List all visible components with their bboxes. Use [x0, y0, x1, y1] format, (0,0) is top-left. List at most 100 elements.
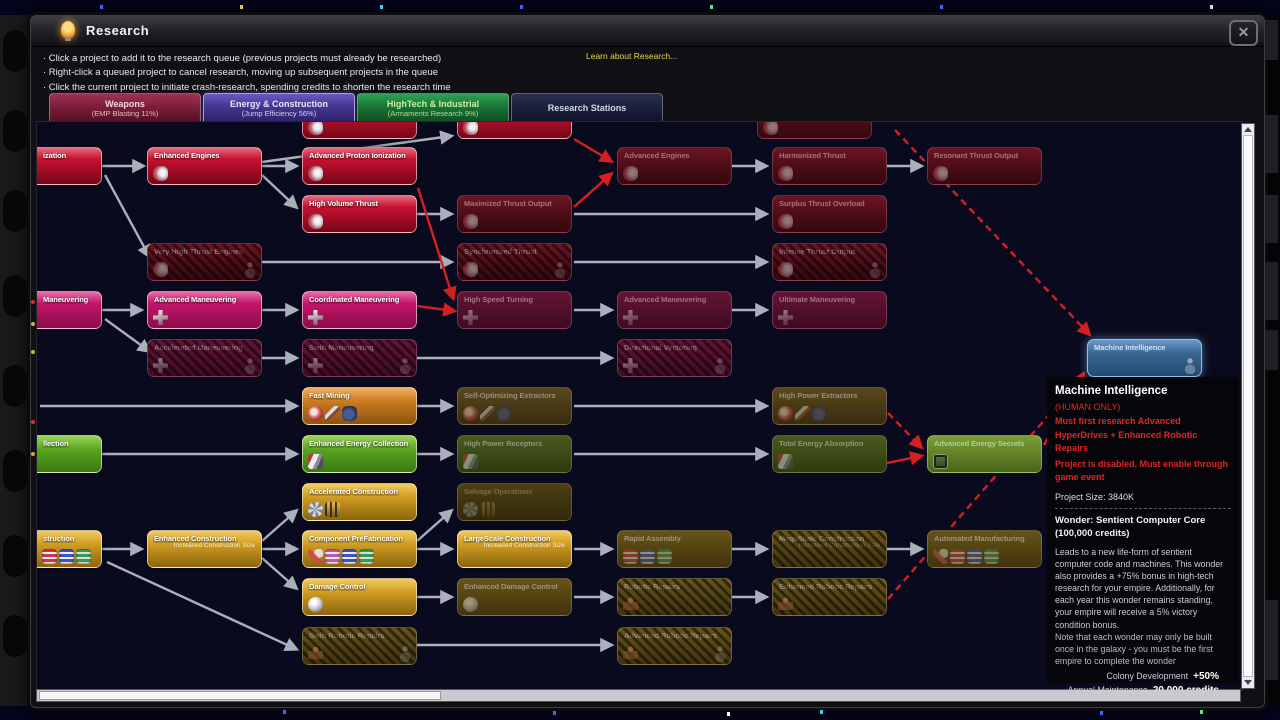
tooltip-disabled-note: Project is disabled. Must enable through…: [1055, 458, 1229, 483]
learn-about-research-link[interactable]: Learn about Research...: [586, 51, 677, 61]
node-label: MegaScale Construction: [779, 534, 865, 543]
horizontal-scroll-thumb[interactable]: [39, 691, 441, 700]
research-node-partial[interactable]: [457, 122, 572, 139]
research-node-resonant-thrust-output[interactable]: Resonant Thrust Output: [927, 147, 1042, 185]
research-node-surplus-thrust-overload[interactable]: Surplus Thrust Overload: [772, 195, 887, 233]
research-node-advanced-energy-secrets[interactable]: Advanced Energy Secrets: [927, 435, 1042, 473]
research-node-ultimate-maneuvering[interactable]: Ultimate Maneuvering: [772, 291, 887, 329]
repair-bot-icon: [308, 646, 323, 661]
research-node-llection[interactable]: llection: [37, 435, 102, 473]
research-tree-canvas[interactable]: Machine Intelligence (HUMAN ONLY) Must f…: [36, 121, 1243, 691]
engine-icon: [463, 214, 478, 229]
research-node-salvage-operations[interactable]: Salvage Operations: [457, 483, 572, 521]
tooltip-divider: [1055, 508, 1231, 510]
research-node-swift-robotic-repairs[interactable]: Swift Robotic Repairs: [302, 627, 417, 665]
research-node-maximized-thrust-output[interactable]: Maximized Thrust Output: [457, 195, 572, 233]
ore-disc-icon: [463, 406, 478, 421]
research-node-advanced-maneuvering[interactable]: Advanced Maneuvering: [147, 291, 262, 329]
engine-icon: [308, 214, 323, 229]
research-node-component-prefabrication[interactable]: Component PreFabrication: [302, 530, 417, 568]
vertical-scroll-thumb[interactable]: [1243, 135, 1253, 677]
research-node-automated-manufacturing[interactable]: Automated Manufacturing: [927, 530, 1042, 568]
node-label: Accelerated Maneuvering: [154, 343, 243, 352]
research-node-enhanced-engines[interactable]: Enhanced Engines: [147, 147, 262, 185]
research-window: Research ✕ · Click a project to add it t…: [30, 15, 1265, 708]
research-node-enhanced-construction[interactable]: Enhanced Construction Increased Construct…: [147, 530, 262, 568]
background-decoration: [940, 5, 943, 9]
research-node-accelerated-construction[interactable]: Accelerated Construction: [302, 483, 417, 521]
research-node-ization[interactable]: ization: [37, 147, 102, 185]
research-node-very-high-thrust-engines[interactable]: Very High Thrust Engines: [147, 243, 262, 281]
research-node-high-speed-turning[interactable]: High Speed Turning: [457, 291, 572, 329]
node-label: High Speed Turning: [464, 295, 533, 304]
research-node-advanced-engines[interactable]: Advanced Engines: [617, 147, 732, 185]
research-node-high-power-extractors[interactable]: High Power Extractors: [772, 387, 887, 425]
node-icons: [153, 166, 168, 181]
research-node-enhanced-robotic-repairs[interactable]: Enhanced Robotic Repairs: [772, 578, 887, 616]
node-label: Enhanced Engines: [154, 151, 220, 160]
node-label: Fast Mining: [309, 391, 350, 400]
research-node-high-volume-thrust[interactable]: High Volume Thrust: [302, 195, 417, 233]
background-decoration: [3, 190, 27, 232]
research-node-partial[interactable]: [302, 122, 417, 139]
tab-stations[interactable]: Research Stations: [511, 93, 663, 123]
node-label: Advanced Energy Secrets: [934, 439, 1025, 448]
research-node-advanced-proton-ionization[interactable]: Advanced Proton Ionization: [302, 147, 417, 185]
ore-chunk-icon: [497, 406, 512, 421]
background-decoration: [1265, 262, 1278, 320]
research-node-rapid-assembly[interactable]: Rapid Assembly: [617, 530, 732, 568]
background-decoration: [3, 450, 27, 492]
node-icons: [463, 262, 478, 277]
window-title: Research: [86, 23, 150, 38]
node-label: struction: [43, 534, 75, 543]
engine-icon: [153, 262, 168, 277]
research-node-high-power-receptors[interactable]: High Power Receptors: [457, 435, 572, 473]
research-node-self-optimizing-extractors[interactable]: Self-Optimizing Extractors: [457, 387, 572, 425]
node-label: ization: [43, 151, 67, 160]
research-node-enhanced-damage-control[interactable]: Enhanced Damage Control: [457, 578, 572, 616]
tooltip-race-note: (HUMAN ONLY): [1055, 401, 1121, 412]
tab-progress-label: (Armaments Research 9%): [387, 108, 479, 118]
node-icons: [933, 166, 948, 181]
scroll-down-icon[interactable]: [1244, 680, 1252, 685]
background-decoration: [1265, 195, 1278, 243]
research-node-fast-mining[interactable]: Fast Mining: [302, 387, 417, 425]
research-node-enhanced-energy-collection[interactable]: Enhanced Energy Collection: [302, 435, 417, 473]
scroll-up-icon[interactable]: [1244, 127, 1252, 132]
research-node-intense-thrust-output[interactable]: Intense Thrust Output: [772, 243, 887, 281]
node-label: Self-Optimizing Extractors: [464, 391, 556, 400]
node-icons: [308, 214, 323, 229]
research-node-maneuvering[interactable]: Maneuvering: [37, 291, 102, 329]
research-node-damage-control[interactable]: Damage Control: [302, 578, 417, 616]
research-node-partial[interactable]: [757, 122, 872, 139]
research-node-directional-vectoring[interactable]: Directional Vectoring: [617, 339, 732, 377]
tab-energy[interactable]: Energy & Construction (Jump Efficiency 56…: [203, 93, 355, 123]
research-node-harmonized-thrust[interactable]: Harmonized Thrust: [772, 147, 887, 185]
tab-label: HighTech & Industrial: [386, 98, 480, 109]
research-node-robotic-repairs[interactable]: Robotic Repairs: [617, 578, 732, 616]
research-node-coordinated-maneuvering[interactable]: Coordinated Maneuvering: [302, 291, 417, 329]
tab-weapons[interactable]: Weapons (EMP Blasting 11%): [49, 93, 201, 123]
background-decoration: [3, 110, 27, 152]
research-node-swift-maneuvering[interactable]: Swift Maneuvering: [302, 339, 417, 377]
horizontal-scrollbar[interactable]: [36, 689, 1241, 702]
tooltip-stat-row: Colony Development +50%: [1055, 670, 1231, 684]
research-node-advanced-maneuvering[interactable]: Advanced Maneuvering: [617, 291, 732, 329]
node-label: Intense Thrust Output: [779, 247, 856, 256]
vertical-scrollbar[interactable]: [1241, 123, 1255, 689]
tab-hightech[interactable]: HighTech & Industrial (Armaments Research…: [357, 93, 509, 123]
research-node-megascale-construction[interactable]: MegaScale Construction Increased Construc…: [772, 530, 887, 568]
node-icons: [623, 597, 638, 612]
node-subtitle: Increased Construction Size: [483, 542, 565, 549]
research-node-largescale-construction[interactable]: LargeScale Construction Increased Constru…: [457, 530, 572, 568]
research-node-accelerated-maneuvering[interactable]: Accelerated Maneuvering: [147, 339, 262, 377]
research-node-synchronized-thrust[interactable]: Synchronized Thrust: [457, 243, 572, 281]
research-node-machine-intelligence[interactable]: Machine Intelligence: [1087, 339, 1202, 377]
research-node-struction[interactable]: struction: [37, 530, 102, 568]
tab-label: Energy & Construction: [229, 98, 328, 109]
node-label: Maximized Thrust Output: [464, 199, 552, 208]
node-icons: [463, 454, 478, 469]
close-button[interactable]: ✕: [1229, 20, 1258, 46]
research-node-advanced-robotic-repairs[interactable]: Advanced Robotic Repairs: [617, 627, 732, 665]
research-node-total-energy-absorption[interactable]: Total Energy Absorption: [772, 435, 887, 473]
